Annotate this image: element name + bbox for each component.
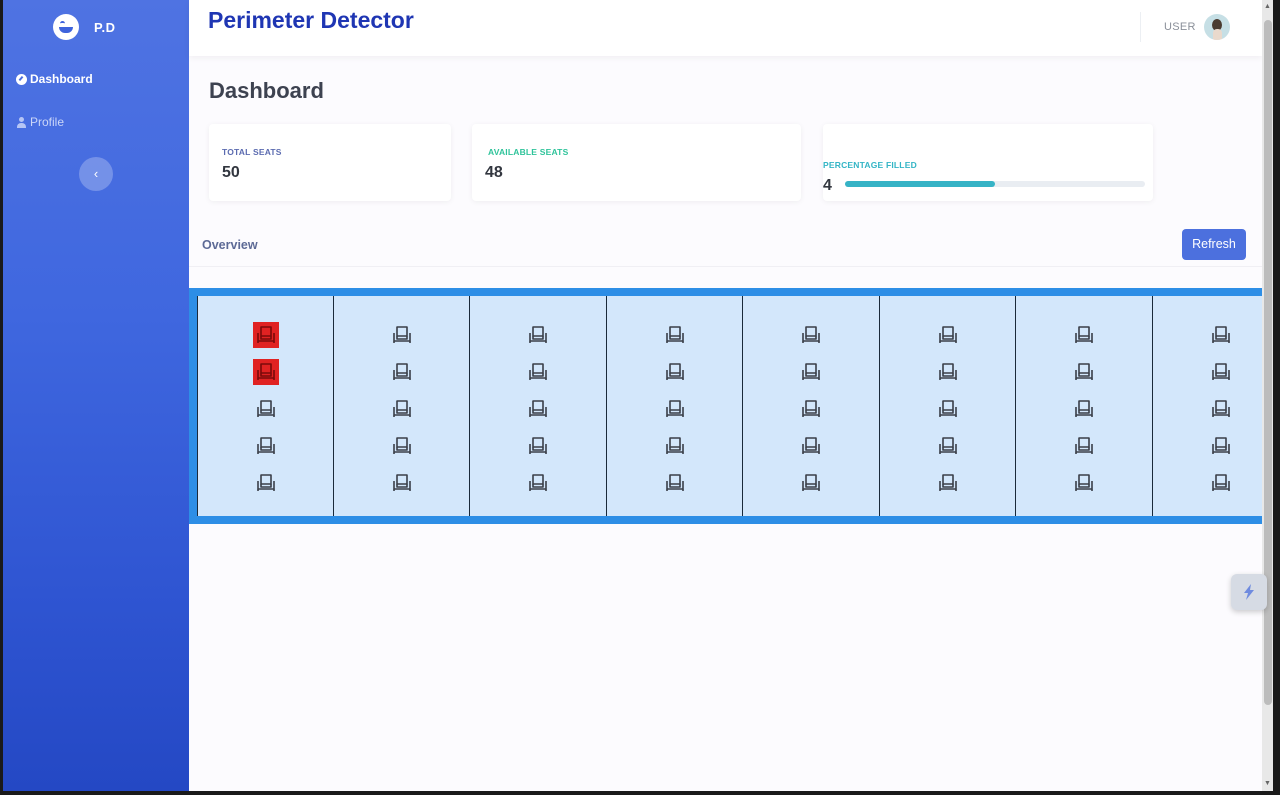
seat-grid (197, 296, 1273, 516)
seat-icon[interactable] (253, 396, 279, 422)
seat-column (1016, 296, 1153, 516)
stat-label: PERCENTAGE FILLED (823, 160, 917, 170)
seat-column (1152, 296, 1273, 516)
seat-icon[interactable] (389, 359, 415, 385)
sidebar: P.D Dashboard Profile ‹ (3, 0, 189, 791)
seat-map (189, 288, 1273, 524)
seat-icon[interactable] (935, 359, 961, 385)
seat-icon[interactable] (662, 359, 688, 385)
seat-icon[interactable] (662, 433, 688, 459)
seat-icon[interactable] (662, 470, 688, 496)
seat-icon[interactable] (935, 433, 961, 459)
page-title: Dashboard (209, 78, 324, 103)
seat-column (197, 296, 334, 516)
seat-icon[interactable] (525, 433, 551, 459)
seat-icon[interactable] (253, 433, 279, 459)
sidebar-item-label: Profile (30, 115, 65, 129)
user-label[interactable]: USER (1164, 21, 1196, 33)
brand[interactable]: P.D (53, 14, 116, 40)
seat-icon[interactable] (1208, 359, 1234, 385)
refresh-button[interactable]: Refresh (1182, 229, 1246, 260)
seat-occupied-icon[interactable] (253, 322, 279, 348)
seat-icon[interactable] (525, 470, 551, 496)
seat-column (743, 296, 880, 516)
seat-column (606, 296, 743, 516)
sidebar-collapse-button[interactable]: ‹ (79, 157, 113, 191)
stat-value: 48 (485, 164, 503, 181)
lightning-icon (1244, 584, 1254, 600)
stat-value: 4 (823, 177, 832, 194)
scrollbar[interactable]: ▲ ▼ (1262, 0, 1273, 791)
seat-column (333, 296, 470, 516)
stat-card-available-seats: AVAILABLE SEATS 48 (472, 124, 801, 201)
seat-occupied-icon[interactable] (253, 359, 279, 385)
seat-icon[interactable] (798, 396, 824, 422)
seat-icon[interactable] (798, 359, 824, 385)
stat-card-percentage-filled: PERCENTAGE FILLED 4 (823, 124, 1153, 201)
seat-icon[interactable] (1208, 433, 1234, 459)
seat-icon[interactable] (1071, 359, 1097, 385)
user-icon (16, 116, 27, 128)
seat-icon[interactable] (1071, 322, 1097, 348)
seat-icon[interactable] (1071, 433, 1097, 459)
dashboard-icon (16, 73, 27, 85)
seat-icon[interactable] (662, 396, 688, 422)
progress-fill (845, 181, 995, 187)
chevron-left-icon: ‹ (93, 166, 99, 181)
seat-icon[interactable] (798, 322, 824, 348)
app-title: Perimeter Detector (208, 7, 414, 33)
seat-icon[interactable] (525, 322, 551, 348)
seat-icon[interactable] (1208, 322, 1234, 348)
stat-value: 50 (222, 164, 240, 181)
seat-icon[interactable] (935, 322, 961, 348)
scroll-down-arrow-icon[interactable]: ▼ (1264, 780, 1271, 787)
seat-icon[interactable] (389, 322, 415, 348)
stat-card-total-seats: TOTAL SEATS 50 (209, 124, 451, 201)
seat-icon[interactable] (389, 396, 415, 422)
stat-label: AVAILABLE SEATS (488, 147, 569, 157)
seat-icon[interactable] (935, 470, 961, 496)
progress-bar (845, 181, 1145, 187)
seat-column (879, 296, 1016, 516)
overview-header: Overview Refresh (189, 221, 1262, 267)
sidebar-item-dashboard[interactable]: Dashboard (16, 72, 93, 86)
seat-icon[interactable] (525, 359, 551, 385)
seat-icon[interactable] (253, 470, 279, 496)
top-header: Perimeter Detector USER (189, 0, 1262, 56)
seat-icon[interactable] (798, 470, 824, 496)
logo-icon (53, 14, 79, 40)
seat-icon[interactable] (935, 396, 961, 422)
seat-icon[interactable] (389, 470, 415, 496)
app-window: P.D Dashboard Profile ‹ Perimeter Detect… (3, 0, 1273, 791)
seat-icon[interactable] (662, 322, 688, 348)
sidebar-item-profile[interactable]: Profile (16, 115, 64, 129)
sidebar-item-label: Dashboard (30, 72, 93, 86)
seat-icon[interactable] (798, 433, 824, 459)
brand-name: P.D (94, 19, 116, 35)
seat-icon[interactable] (1071, 396, 1097, 422)
overview-title: Overview (202, 238, 258, 252)
seat-icon[interactable] (525, 396, 551, 422)
floating-action-button[interactable] (1231, 574, 1267, 610)
seat-column (470, 296, 607, 516)
seat-icon[interactable] (1208, 396, 1234, 422)
seat-icon[interactable] (1208, 470, 1234, 496)
avatar[interactable] (1204, 14, 1230, 40)
seat-icon[interactable] (389, 433, 415, 459)
divider (1140, 12, 1141, 42)
stat-label: TOTAL SEATS (222, 147, 282, 157)
seat-icon[interactable] (1071, 470, 1097, 496)
scroll-up-arrow-icon[interactable]: ▲ (1264, 3, 1271, 10)
